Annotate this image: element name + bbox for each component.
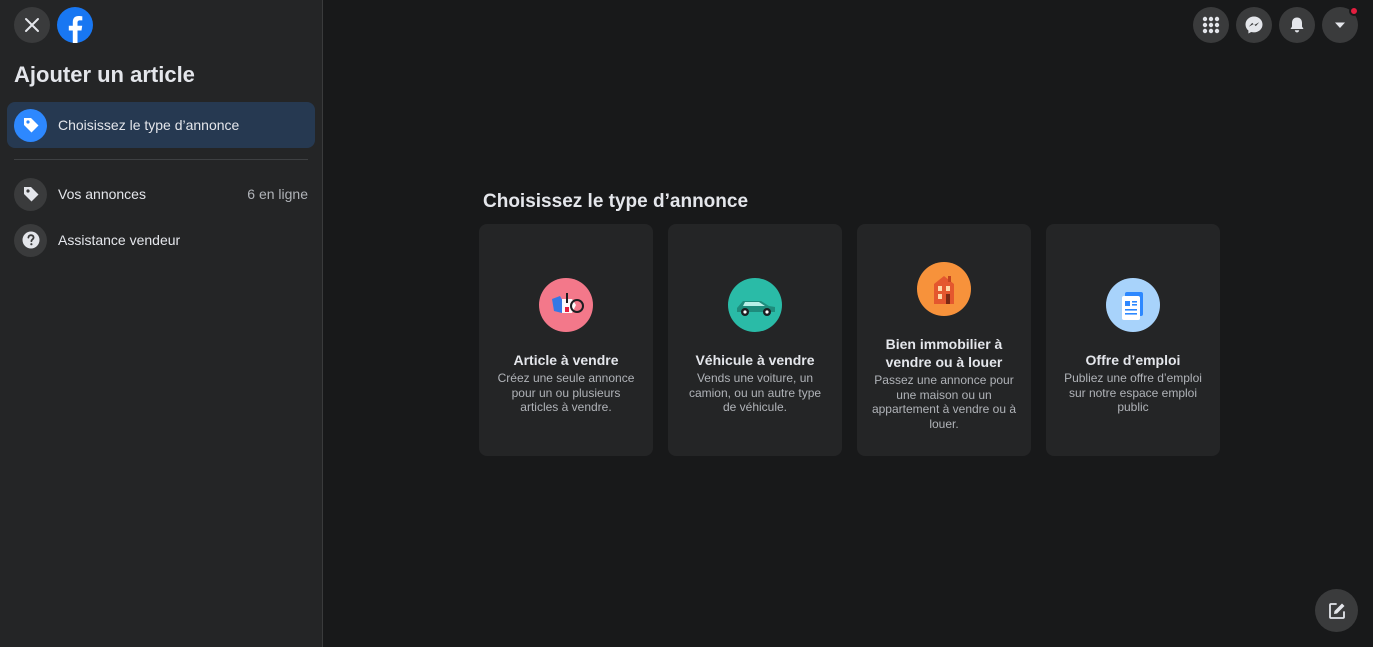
notification-dot <box>1349 6 1359 16</box>
close-button[interactable] <box>14 7 50 43</box>
card-icon-wrapper <box>539 278 593 332</box>
messenger-icon <box>1245 16 1263 34</box>
tag-icon <box>23 118 38 133</box>
car-icon <box>737 301 775 316</box>
card-title: Article à vendre <box>513 352 619 368</box>
nav-icon-wrapper <box>14 223 47 257</box>
listing-type-card-job[interactable]: Offre d’emploi Publiez une offre d’emplo… <box>1046 224 1220 456</box>
top-right-toolbar <box>1193 6 1359 43</box>
compose-icon <box>1328 602 1345 619</box>
nav-item-choose-listing-type[interactable]: Choisissez le type d’annonce <box>7 102 315 148</box>
house-icon <box>934 276 954 304</box>
card-description: Publiez une offre d’emploi sur notre esp… <box>1064 371 1202 414</box>
account-caret-icon <box>1335 22 1345 28</box>
help-icon <box>22 231 39 249</box>
nav-item-seller-help[interactable]: Assistance vendeur <box>7 217 315 263</box>
compose-message-button[interactable] <box>1315 589 1358 632</box>
card-title: Véhicule à vendre <box>695 352 815 368</box>
listing-type-card-vehicle[interactable]: Véhicule à vendre Vends une voiture, un … <box>668 224 842 456</box>
notifications-button[interactable] <box>1279 7 1315 43</box>
tag-icon <box>23 187 38 202</box>
menu-button[interactable] <box>1193 7 1229 43</box>
card-icon-wrapper <box>728 278 782 332</box>
card-icon-wrapper <box>917 262 971 316</box>
listing-type-cards: Article à vendre Créez une seule annonce… <box>479 224 1220 456</box>
close-icon <box>25 18 39 32</box>
messenger-button[interactable] <box>1236 7 1272 43</box>
sidebar: Ajouter un article Choisissez le type d’… <box>0 0 323 647</box>
sidebar-header <box>0 0 322 50</box>
nav-label: Choisissez le type d’annonce <box>58 117 240 133</box>
menu-grid-icon <box>1202 16 1220 34</box>
sidebar-divider <box>14 159 308 160</box>
nav-icon-wrapper <box>14 108 47 142</box>
card-icon-wrapper <box>1106 278 1160 332</box>
card-description: Vends une voiture, un camion, ou un autr… <box>688 371 822 414</box>
account-button[interactable] <box>1322 6 1359 43</box>
listing-type-card-item[interactable]: Article à vendre Créez une seule annonce… <box>479 224 653 456</box>
item-for-sale-icon <box>552 293 584 313</box>
card-description: Créez une seule annonce pour un ou plusi… <box>497 371 635 414</box>
nav-item-your-listings[interactable]: Vos annonces 6 en ligne <box>7 171 315 217</box>
facebook-logo[interactable] <box>57 7 93 43</box>
nav-icon-wrapper <box>14 177 47 211</box>
listing-count: 6 en ligne <box>247 186 308 202</box>
nav-label: Vos annonces <box>58 186 146 202</box>
listing-type-card-property[interactable]: Bien immobilier à vendre ou à louer Pass… <box>857 224 1031 456</box>
bell-icon <box>1290 17 1304 33</box>
card-title: Bien immobilier à vendre ou à louer <box>885 336 1003 370</box>
facebook-logo-icon <box>57 7 93 43</box>
nav-label: Assistance vendeur <box>58 232 181 248</box>
job-document-icon <box>1122 292 1143 320</box>
sidebar-title: Ajouter un article <box>14 62 195 87</box>
card-title: Offre d’emploi <box>1085 352 1181 368</box>
card-description: Passez une annonce pour une maison ou un… <box>871 373 1017 431</box>
page-title: Choisissez le type d’annonce <box>483 191 749 212</box>
